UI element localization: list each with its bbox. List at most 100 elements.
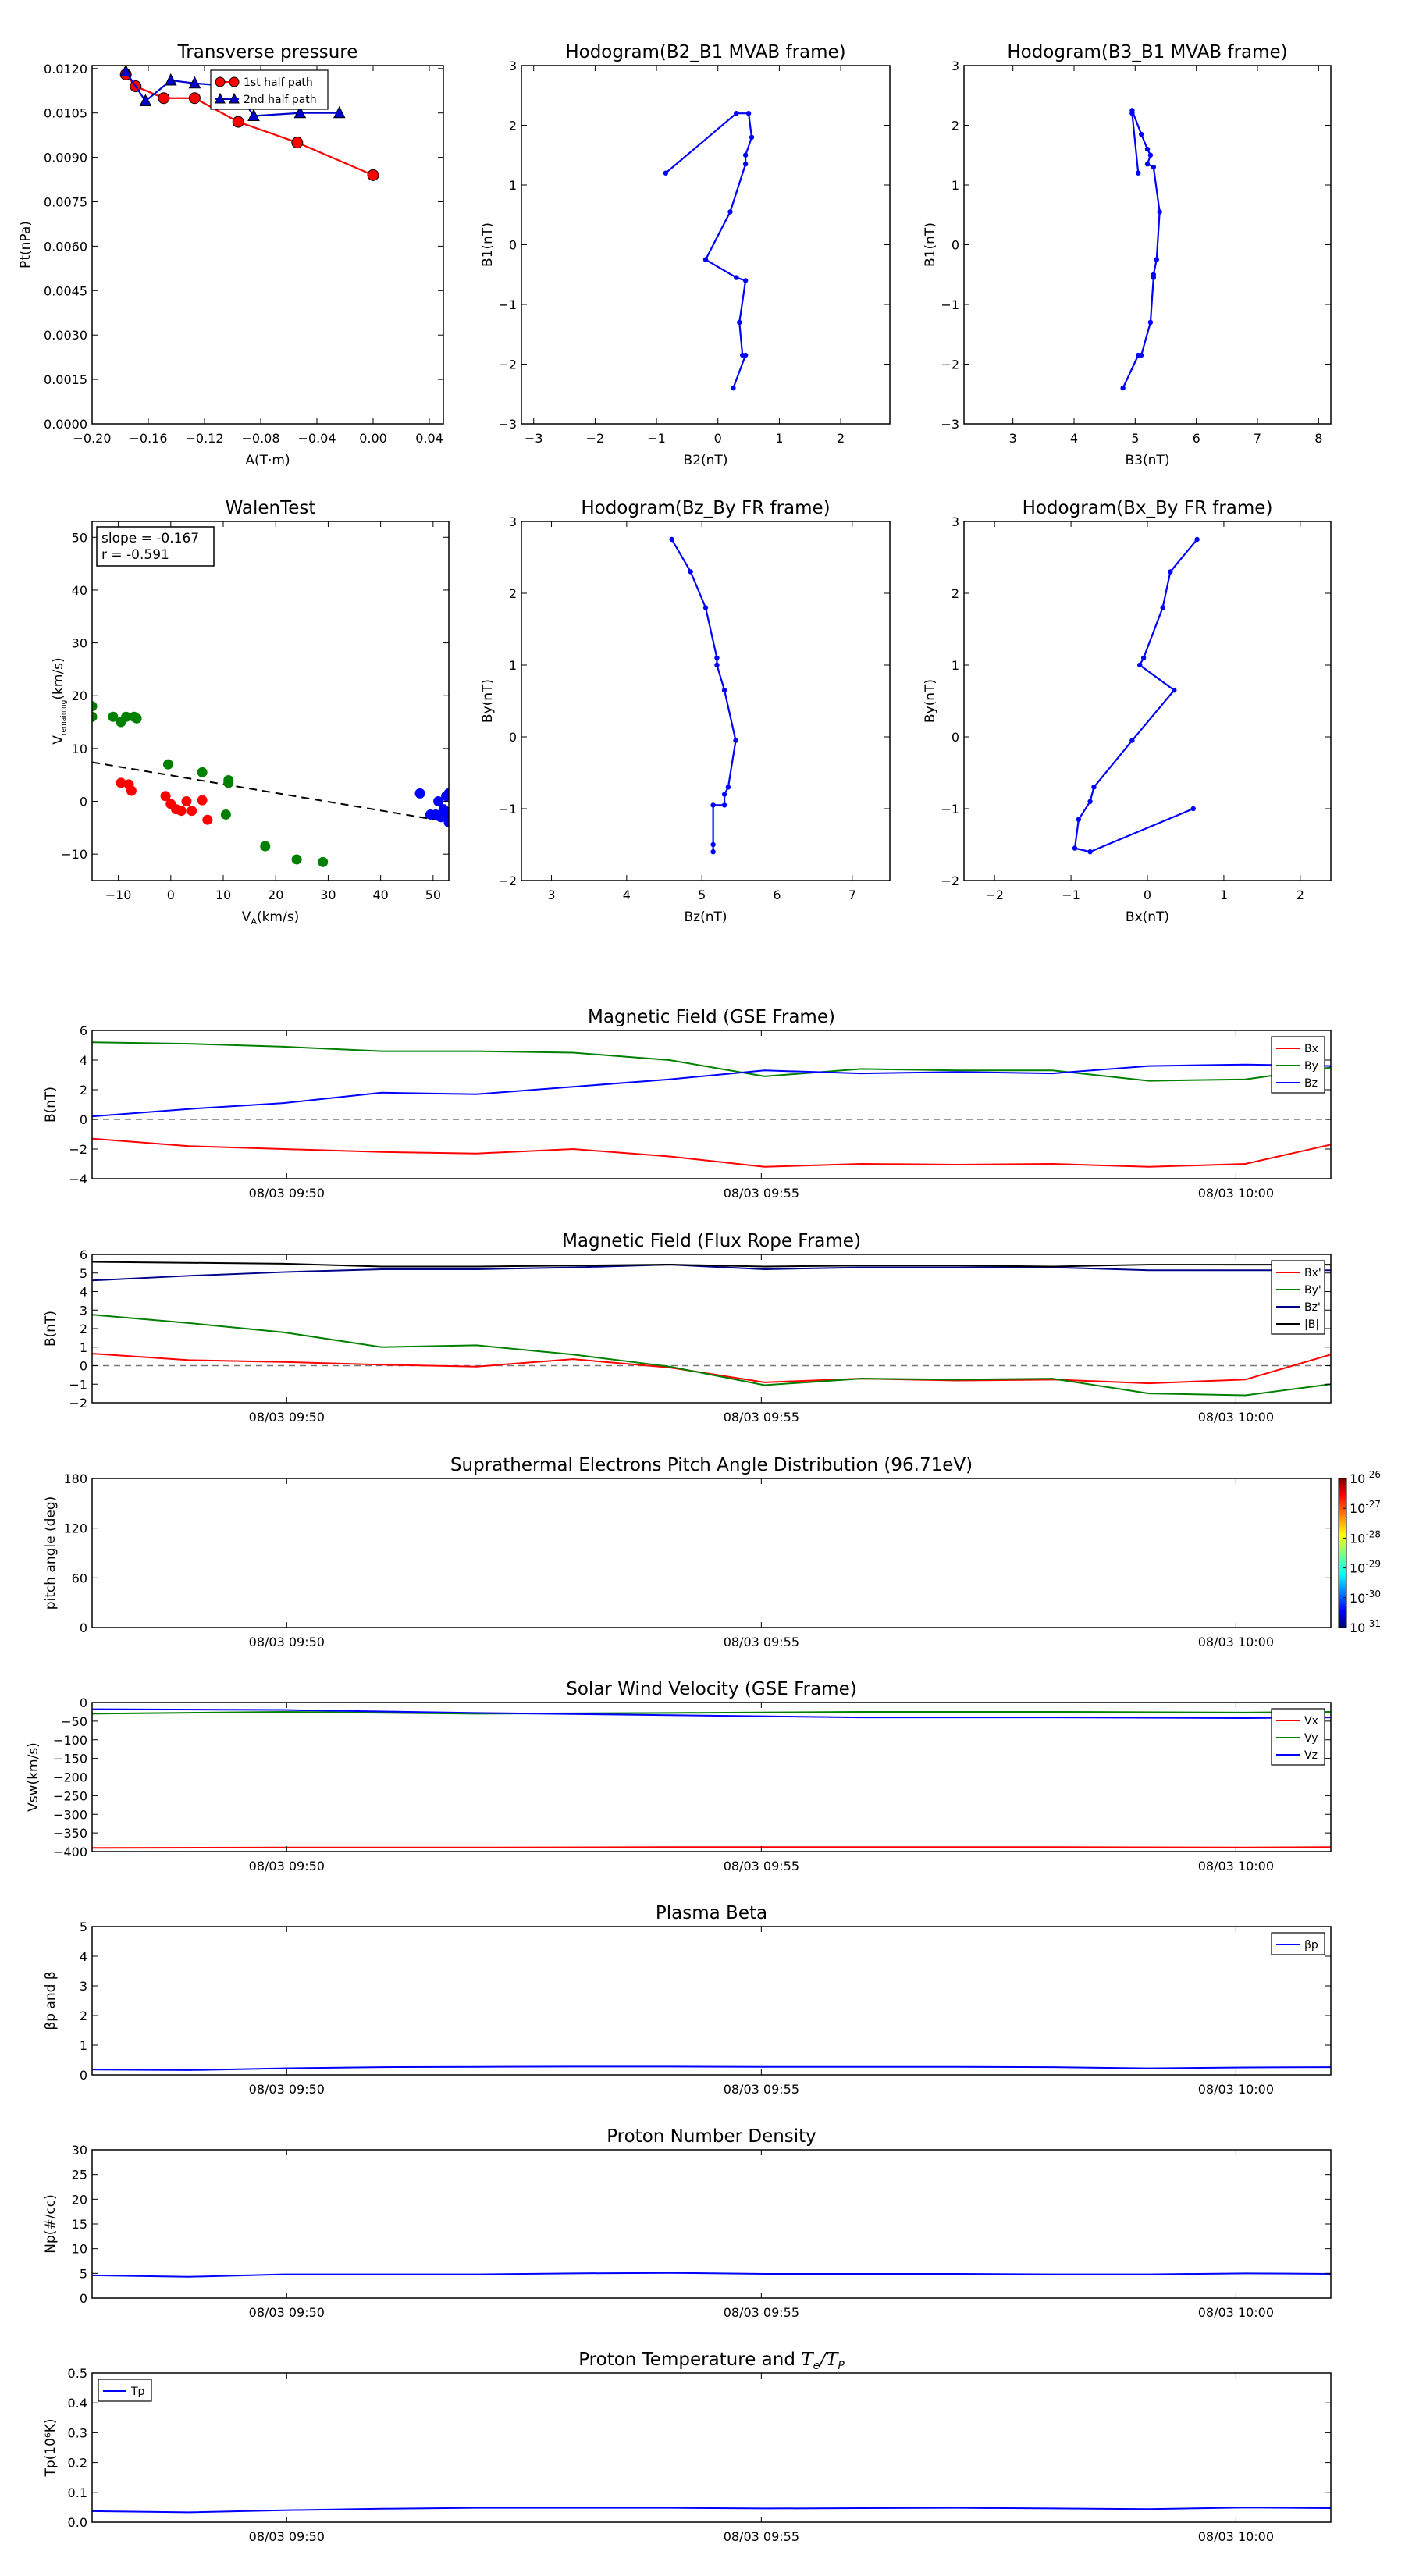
y-tick-label: 0.4 — [68, 2396, 87, 2411]
chart-plasma-beta: Plasma Beta 0 1 2 3 4 5 08/03 09:50 08/03 09:55 0… — [43, 1903, 1332, 2097]
data-point — [1129, 108, 1135, 113]
data-point — [131, 713, 142, 724]
y-tick-label: −3 — [941, 417, 959, 432]
data-point — [1140, 655, 1147, 660]
legend-label: Tp — [130, 2386, 145, 2398]
x-tick-label: 08/03 10:00 — [1198, 1635, 1274, 1649]
y-tick-label: 15 — [72, 2217, 87, 2232]
plot-area — [1120, 108, 1162, 391]
chart-title: Hodogram(Bx_By FR frame) — [1023, 498, 1273, 518]
series-line-b — [92, 1261, 1331, 1268]
x-tick-label: 08/03 09:50 — [249, 1186, 325, 1201]
y-tick-label: −350 — [53, 1826, 87, 1841]
colorbar-tick-exponent: -27 — [1365, 1499, 1381, 1510]
x-tick-label: −0.08 — [241, 431, 279, 446]
series-line-vx — [92, 1846, 1331, 1849]
x-tick-label: 7 — [848, 888, 856, 902]
x-tick-label: 40 — [372, 888, 388, 902]
y-tick-label: 6 — [80, 1247, 87, 1262]
legend-label: |B| — [1304, 1318, 1319, 1331]
y-tick-label: 120 — [63, 1521, 87, 1536]
y-tick-label: 2 — [80, 1322, 87, 1336]
x-tick-label: 7 — [1254, 431, 1261, 446]
data-point — [1144, 162, 1151, 167]
legend-label: Vy — [1304, 1732, 1318, 1745]
data-point — [1172, 688, 1177, 693]
data-point — [1190, 806, 1196, 812]
data-point — [1138, 131, 1144, 137]
chart-title: Solar Wind Velocity (GSE Frame) — [566, 1679, 856, 1699]
chart-walen-test: WalenTest −10 0 10 20 30 40 50 −10 0 10 20 30 40 50 VA(… — [51, 498, 450, 927]
y-tick-label: 1 — [509, 658, 517, 673]
data-point — [126, 785, 137, 796]
legend-label: By' — [1304, 1284, 1321, 1297]
x-tick-label: 08/03 09:55 — [724, 2529, 799, 2544]
chart-mag-fr: Magnetic Field (Flux Rope Frame) −2 −1 0 1 2 3… — [43, 1231, 1332, 1425]
chart-title-text: Proton Temperature and — [578, 2350, 801, 2370]
chart-title-math: P — [838, 2360, 845, 2372]
y-axis-label: Pt(nPa) — [18, 221, 34, 269]
colorbar-tick-base: 10 — [1350, 1531, 1365, 1546]
data-point — [733, 738, 738, 743]
figure: Transverse pressure0.00000.00150.00300.0… — [18, 42, 1381, 2544]
data-point — [197, 795, 208, 806]
data-point — [663, 170, 669, 176]
y-tick-label: 2 — [80, 2008, 87, 2023]
plot-area — [663, 111, 755, 391]
chart-hodogram-bx-by: Hodogram(Bx_By FR frame) −2 −1 0 1 2 3 −2 −1 0 1 2 B… — [923, 498, 1332, 925]
chart-title: Hodogram(B2_B1 MVAB frame) — [565, 42, 845, 62]
x-tick-label: −1 — [647, 431, 666, 446]
chart-title: Magnetic Field (GSE Frame) — [588, 1007, 835, 1027]
data-point — [725, 785, 731, 790]
x-tick-label: 08/03 10:00 — [1198, 2305, 1274, 2320]
x-tick-label: 08/03 09:50 — [249, 2305, 325, 2320]
x-tick-label: 0 — [714, 431, 722, 446]
y-tick-label: −200 — [53, 1770, 87, 1785]
y-tick-label: −2 — [941, 358, 959, 372]
axes-frame — [91, 2372, 1332, 2523]
x-axis-label: VA(km/s) — [242, 909, 299, 927]
axes-frame — [91, 1478, 1332, 1628]
data-point — [702, 605, 709, 610]
legend-label: Bz' — [1304, 1301, 1321, 1314]
data-point — [318, 856, 329, 867]
data-point — [714, 655, 720, 660]
series-line-bz — [92, 1063, 1331, 1118]
x-tick-label: 50 — [425, 888, 441, 902]
data-point — [710, 841, 716, 848]
y-tick-label: 3 — [951, 59, 959, 73]
y-axis-label: By(nT) — [923, 679, 938, 723]
axes-frame — [521, 65, 891, 425]
data-point — [1194, 536, 1200, 543]
x-tick-label: 08/03 10:00 — [1198, 2529, 1274, 2544]
series-line-tp — [92, 2507, 1331, 2514]
x-tick-label: 1 — [1220, 888, 1228, 902]
data-point — [291, 854, 302, 865]
colorbar-tick-label: 10-31 — [1350, 1618, 1381, 1635]
x-axis-label: Bx(nT) — [1126, 909, 1169, 925]
x-tick-label: 08/03 09:55 — [724, 1410, 799, 1425]
y-tick-label: 0.0015 — [44, 372, 87, 387]
series-line-bz — [92, 1264, 1331, 1282]
colorbar-tick-exponent: -28 — [1365, 1528, 1381, 1539]
data-point — [367, 169, 379, 181]
legend-marker — [229, 76, 240, 87]
plot-area — [92, 2507, 1331, 2514]
y-tick-label: 5 — [80, 2266, 87, 2281]
x-tick-label: 5 — [698, 888, 706, 902]
axes-frame — [521, 521, 891, 881]
x-tick-label: −10 — [105, 888, 132, 902]
colorbar — [1338, 1478, 1347, 1628]
y-tick-label: −1 — [498, 297, 517, 312]
data-point — [688, 569, 693, 575]
y-tick-label: 0 — [951, 238, 959, 253]
x-tick-label: 08/03 09:55 — [724, 2305, 799, 2320]
legend-label: Bx — [1304, 1043, 1318, 1055]
data-point — [260, 841, 271, 852]
data-point — [749, 134, 755, 140]
colorbar-tick-label: 10-28 — [1350, 1528, 1381, 1546]
x-tick-label: 30 — [320, 888, 336, 902]
legend-label: Bz — [1304, 1077, 1318, 1090]
legend-label: Vx — [1304, 1715, 1318, 1727]
chart-title: Hodogram(Bz_By FR frame) — [581, 498, 830, 518]
